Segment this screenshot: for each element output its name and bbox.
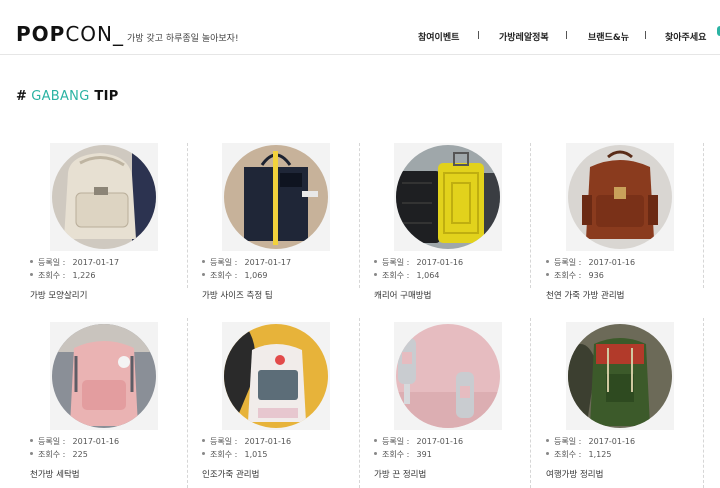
item-date: 2017-01-17 [244, 258, 292, 267]
column-divider [359, 143, 360, 288]
item-views: 225 [72, 450, 88, 459]
item-date: 2017-01-16 [416, 437, 464, 446]
thumbnail-white-backpack[interactable] [222, 322, 330, 430]
column-divider [530, 318, 531, 488]
item-title[interactable]: 천가방 세탁법 [30, 468, 80, 480]
tip-card[interactable]: 등록일 : 2017-01-17 조회수 : 1,226 가방 모양살리기 [28, 143, 178, 303]
thumbnail-pink-backpack[interactable] [50, 322, 158, 430]
item-title[interactable]: 캐리어 구매방법 [374, 289, 431, 301]
item-views: 1,125 [588, 450, 612, 459]
item-date: 2017-01-16 [588, 437, 636, 446]
item-title[interactable]: 천연 가죽 가방 관리법 [546, 289, 625, 301]
nav-item-conquest[interactable]: 가방레알정복 [499, 30, 549, 43]
item-views: 1,069 [244, 271, 268, 280]
item-title[interactable]: 가방 사이즈 측정 팁 [202, 289, 273, 301]
nav-item-find[interactable]: 찾아주세요 [665, 30, 706, 43]
column-divider [703, 143, 704, 288]
nav-separator [478, 31, 479, 39]
tip-card[interactable]: 등록일 : 2017-01-17 조회수 : 1,069 가방 사이즈 측정 팁 [200, 143, 350, 303]
item-meta: 등록일 : 2017-01-16 조회수 : 1,015 [202, 435, 291, 461]
item-title[interactable]: 인조가죽 관리법 [202, 468, 259, 480]
thumbnail-beige-backpack[interactable] [50, 143, 158, 251]
item-date: 2017-01-16 [416, 258, 464, 267]
item-date: 2017-01-17 [72, 258, 120, 267]
tip-card[interactable]: 등록일 : 2017-01-16 조회수 : 936 천연 가죽 가방 관리법 [544, 143, 694, 303]
item-title[interactable]: 가방 모양살리기 [30, 289, 87, 301]
column-divider [703, 318, 704, 488]
main-nav: 참여이벤트 가방레알정복 브랜드&뉴 찾아주세요 [0, 30, 720, 44]
item-date: 2017-01-16 [72, 437, 120, 446]
item-title[interactable]: 가방 끈 정리법 [374, 468, 426, 480]
tip-card[interactable]: 등록일 : 2017-01-16 조회수 : 391 가방 끈 정리법 [372, 322, 522, 482]
item-meta: 등록일 : 2017-01-16 조회수 : 391 [374, 435, 463, 461]
item-meta: 등록일 : 2017-01-16 조회수 : 1,125 [546, 435, 635, 461]
nav-item-brand-news[interactable]: 브랜드&뉴 [588, 30, 629, 43]
column-divider [187, 318, 188, 488]
nav-separator [645, 31, 646, 39]
item-views: 1,226 [72, 271, 96, 280]
item-meta: 등록일 : 2017-01-16 조회수 : 225 [30, 435, 119, 461]
thumbnail-tote-with-ruler[interactable] [222, 143, 330, 251]
item-meta: 등록일 : 2017-01-17 조회수 : 1,069 [202, 256, 291, 282]
site-header: POPCON_ 가방 갖고 하루종일 놀아보자! 참여이벤트 가방레알정복 브랜… [0, 0, 720, 55]
tip-card[interactable]: 등록일 : 2017-01-16 조회수 : 225 천가방 세탁법 [28, 322, 178, 482]
nav-item-event[interactable]: 참여이벤트 [418, 30, 459, 43]
item-views: 1,015 [244, 450, 268, 459]
column-divider [187, 143, 188, 288]
item-views: 936 [588, 271, 604, 280]
thumbnail-leather-backpack[interactable] [566, 143, 674, 251]
item-title[interactable]: 여행가방 정리법 [546, 468, 603, 480]
item-views: 1,064 [416, 271, 440, 280]
thumbnail-strap-buckles[interactable] [394, 322, 502, 430]
section-title: # GABANG TIP [16, 89, 119, 104]
item-date: 2017-01-16 [244, 437, 292, 446]
item-views: 391 [416, 450, 432, 459]
thumbnail-green-hiking-backpack[interactable] [566, 322, 674, 430]
thumbnail-suitcases[interactable] [394, 143, 502, 251]
column-divider [530, 143, 531, 288]
item-date: 2017-01-16 [588, 258, 636, 267]
tip-card[interactable]: 등록일 : 2017-01-16 조회수 : 1,064 캐리어 구매방법 [372, 143, 522, 303]
tip-card[interactable]: 등록일 : 2017-01-16 조회수 : 1,125 여행가방 정리법 [544, 322, 694, 482]
column-divider [359, 318, 360, 488]
item-meta: 등록일 : 2017-01-16 조회수 : 1,064 [374, 256, 463, 282]
nav-separator [566, 31, 567, 39]
tip-card[interactable]: 등록일 : 2017-01-16 조회수 : 1,015 인조가죽 관리법 [200, 322, 350, 482]
item-meta: 등록일 : 2017-01-16 조회수 : 936 [546, 256, 635, 282]
item-meta: 등록일 : 2017-01-17 조회수 : 1,226 [30, 256, 119, 282]
